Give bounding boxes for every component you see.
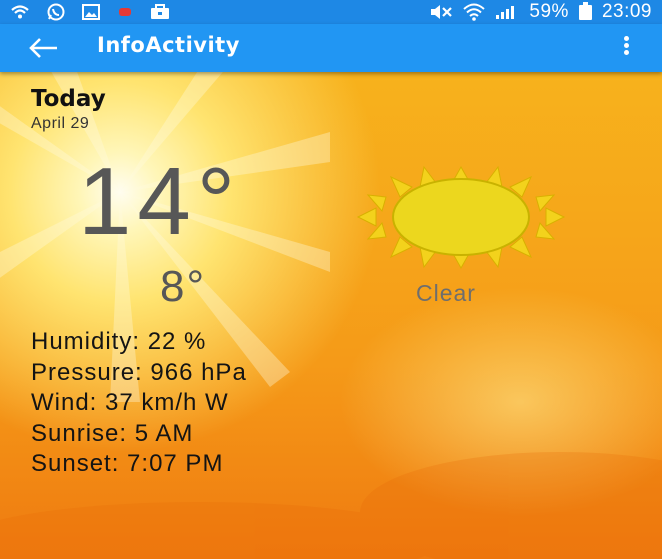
humidity-value: Humidity: 22 % (31, 328, 207, 355)
dot-icon (119, 8, 131, 16)
high-temperature: 14° (78, 148, 242, 255)
condition-label: Clear (416, 280, 476, 306)
wind-value: Wind: 37 km/h W (31, 389, 229, 416)
background-sun-rays (0, 72, 662, 559)
mute-icon (431, 5, 453, 19)
sunrise-value: Sunrise: 5 AM (31, 419, 194, 447)
app-bar: InfoActivity (0, 24, 662, 72)
arrow-left-icon (29, 38, 57, 58)
page-title: InfoActivity (97, 33, 240, 57)
gallery-icon (82, 4, 100, 20)
sun-icon (356, 165, 566, 270)
sunset-value: Sunset: 7:07 PM (31, 450, 224, 477)
overflow-menu-button[interactable] (620, 36, 632, 60)
more-vert-icon (620, 36, 632, 55)
weather-details: Humidity: 22 % Pressure: 966 hPa Wind: 3… (31, 327, 247, 480)
wifi-icon (463, 3, 486, 21)
signal-icon (496, 6, 515, 19)
day-label: Today (31, 86, 106, 112)
low-temperature: 8° (160, 262, 207, 311)
whatsapp-icon (47, 3, 65, 21)
status-bar: 59% 23:09 (0, 0, 662, 24)
notification-icons (10, 3, 170, 21)
pressure-value: Pressure: 966 hPa (31, 358, 247, 386)
battery-percent: 59% (529, 1, 569, 22)
date-label: April 29 (31, 115, 90, 132)
system-icons: 59% 23:09 (429, 0, 652, 24)
status-time: 23:09 (601, 1, 652, 22)
briefcase-icon (151, 4, 169, 19)
weather-detail-panel: Today April 29 14° 8° Clear Humidity: 22… (0, 72, 662, 559)
wifi-calling-icon (11, 5, 29, 19)
back-button[interactable] (26, 34, 62, 62)
battery-icon (578, 1, 592, 20)
